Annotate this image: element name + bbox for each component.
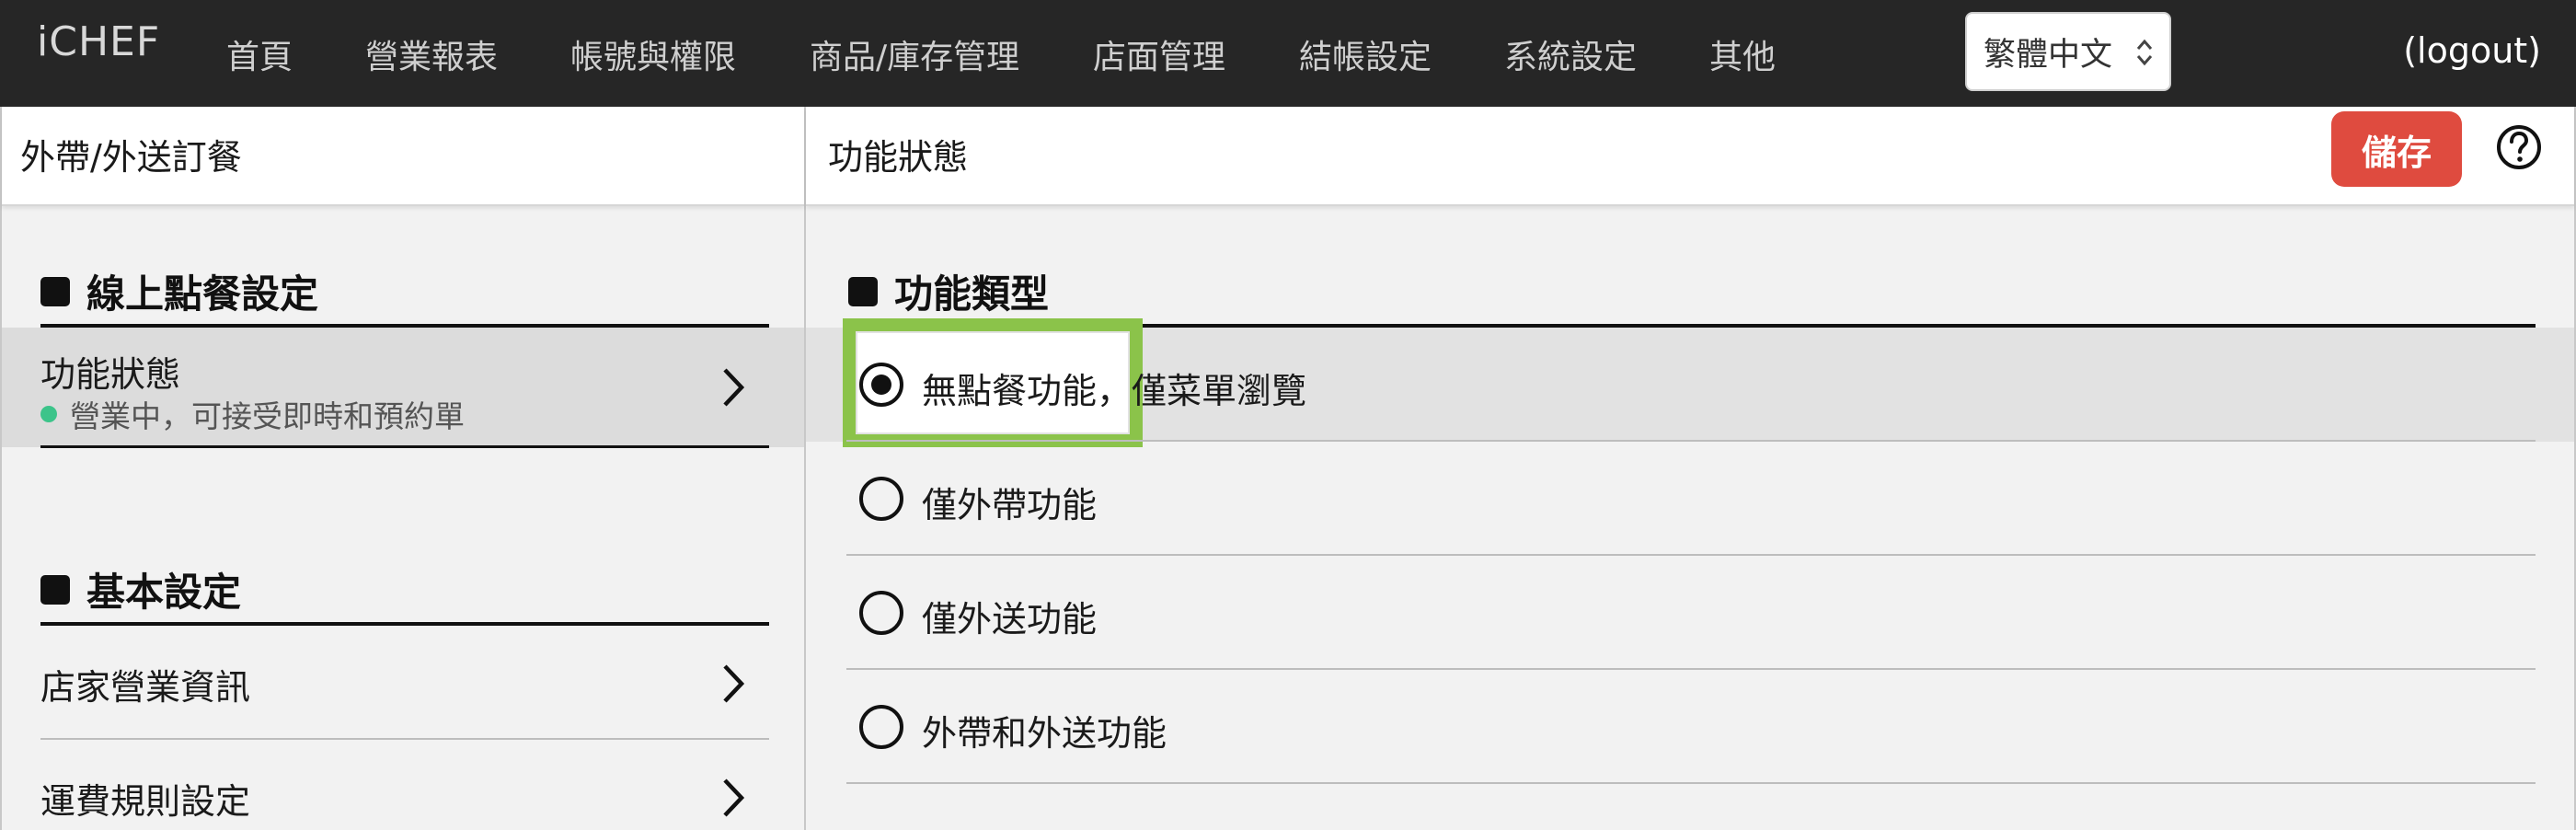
radio-button[interactable] [859,477,903,521]
option-label: 無點餐功能，僅菜單瀏覽 [922,371,1307,411]
status-dot-icon [40,406,57,422]
square-bullet-icon [40,276,70,306]
section-heading-label: 功能類型 [894,271,1050,317]
section-heading-online-ordering: 線上點餐設定 [40,263,318,319]
section-heading-label: 線上點餐設定 [86,271,319,317]
section-heading-feature-type: 功能類型 [848,263,1049,319]
chevron-right-icon [723,664,745,703]
menu-item-store-info[interactable]: 店家營業資訊 [2,626,804,736]
top-navbar: iCHEF 首頁 營業報表 帳號與權限 商品/庫存管理 店面管理 結帳設定 系統… [0,0,2576,107]
radio-button[interactable] [859,591,903,635]
nav-item-home[interactable]: 首頁 [226,30,293,78]
option-delivery-only[interactable]: 僅外送功能 [846,556,2536,670]
right-panel-header: 功能狀態 儲存 [806,107,2574,206]
status-text: 營業中，可接受即時和預約單 [40,392,465,436]
option-label: 僅外送功能 [922,599,1098,640]
option-takeout-only[interactable]: 僅外帶功能 [846,442,2536,556]
nav-item-other[interactable]: 其他 [1709,30,1776,78]
chevron-updown-icon [2136,39,2153,66]
menu-item-shipping-rules[interactable]: 運費規則設定 [2,740,804,830]
section-heading-basic-settings: 基本設定 [40,561,241,617]
app-logo[interactable]: iCHEF [37,18,160,65]
left-panel-title: 外帶/外送訂餐 [20,137,242,178]
option-label: 外帶和外送功能 [922,713,1167,754]
language-select[interactable]: 繁體中文 [1965,12,2171,91]
menu-item-feature-status[interactable]: 功能狀態 營業中，可接受即時和預約單 [2,328,804,447]
nav-item-accounts[interactable]: 帳號與權限 [570,30,736,78]
menu-item-label: 功能狀態 [40,354,181,395]
language-select-value: 繁體中文 [1984,36,2113,74]
option-divider [846,782,2536,784]
square-bullet-icon [848,276,878,306]
menu-item-label: 店家營業資訊 [40,667,251,708]
nav-item-store-management[interactable]: 店面管理 [1093,30,1225,78]
radio-button[interactable] [859,705,903,749]
option-takeout-and-delivery[interactable]: 外帶和外送功能 [846,670,2536,784]
chevron-right-icon [723,368,745,407]
option-menu-only[interactable]: 無點餐功能，僅菜單瀏覽 [846,328,2536,442]
nav-item-checkout-settings[interactable]: 結帳設定 [1299,30,1432,78]
right-panel-title: 功能狀態 [828,137,969,178]
radio-button-selected[interactable] [859,363,903,407]
save-button[interactable]: 儲存 [2331,111,2462,187]
nav-item-reports[interactable]: 營業報表 [365,30,498,78]
question-circle-icon[interactable] [2495,123,2543,171]
logout-link[interactable]: (logout) [2403,30,2541,71]
left-panel-header: 外帶/外送訂餐 [2,107,804,206]
left-panel: 外帶/外送訂餐 線上點餐設定 功能狀態 營業中，可接受即時和預約單 基本設定 店… [0,107,806,830]
right-panel: 功能狀態 儲存 功能類型 無點餐功能，僅菜單瀏覽 僅外帶功能 僅外送功能 外帶和… [806,107,2576,830]
menu-item-label: 運費規則設定 [40,781,251,822]
nav-item-system-settings[interactable]: 系統設定 [1504,30,1637,78]
chevron-right-icon [723,778,745,817]
item-divider [40,445,769,448]
section-heading-label: 基本設定 [86,570,242,615]
nav-item-products-inventory[interactable]: 商品/庫存管理 [810,30,1019,78]
status-label: 營業中，可接受即時和預約單 [70,398,465,434]
square-bullet-icon [40,574,70,605]
option-label: 僅外帶功能 [922,485,1098,525]
